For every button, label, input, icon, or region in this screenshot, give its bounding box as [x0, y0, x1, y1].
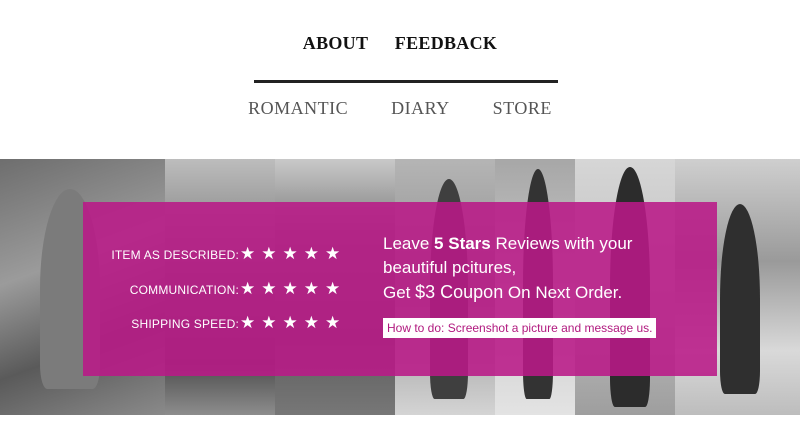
rating-communication: COMMUNICATION: ★★★★★	[83, 279, 373, 301]
rating-shipping-speed: SHIPPING SPEED: ★★★★★	[83, 313, 373, 335]
how-to-instruction: How to do: Screenshot a picture and mess…	[383, 318, 657, 338]
nav-feedback-link[interactable]: FEEDBACK	[395, 33, 497, 53]
top-nav: ABOUT FEEDBACK	[0, 33, 800, 54]
star-rating-icon: ★★★★★	[240, 313, 347, 332]
nav-divider	[254, 80, 558, 83]
promo-line-2: beautiful pcitures,	[383, 258, 517, 277]
star-rating-icon: ★★★★★	[240, 279, 347, 298]
nav-romantic-link[interactable]: ROMANTIC	[248, 98, 348, 118]
rating-item-described: ITEM AS DESCRIBED: ★★★★★	[83, 244, 373, 266]
coupon-highlight: $3 Coupon	[415, 282, 504, 302]
nav-store-link[interactable]: STORE	[493, 98, 552, 118]
nav-diary-link[interactable]: DIARY	[391, 98, 450, 118]
promo-message: Leave 5 Stars Reviews with your beautifu…	[383, 232, 703, 305]
rating-label: COMMUNICATION:	[129, 283, 239, 297]
nav-about-link[interactable]: ABOUT	[303, 33, 369, 53]
promo-line-3: Get $3 Coupon On Next Order.	[383, 282, 623, 302]
review-promo-banner: ITEM AS DESCRIBED: ★★★★★ COMMUNICATION: …	[83, 202, 717, 376]
rating-label: SHIPPING SPEED:	[131, 317, 239, 331]
category-nav: ROMANTIC DIARY STORE	[0, 98, 800, 119]
five-stars-highlight: 5 Stars	[434, 234, 491, 253]
promo-line-1: Leave 5 Stars Reviews with your	[383, 234, 633, 253]
rating-label: ITEM AS DESCRIBED:	[111, 248, 239, 262]
star-rating-icon: ★★★★★	[240, 244, 347, 263]
